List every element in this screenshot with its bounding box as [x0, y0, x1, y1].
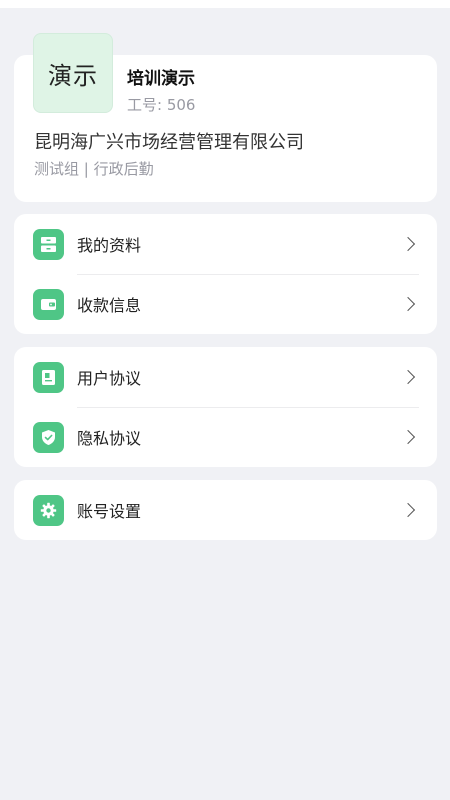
- menu-label-payment-info: 收款信息: [77, 296, 142, 315]
- avatar-text: 演示: [48, 61, 98, 90]
- gear-icon: [33, 494, 64, 526]
- menu-label-privacy-agreement: 隐私协议: [77, 429, 142, 448]
- menu-label-my-profile: 我的资料: [77, 236, 142, 255]
- drawer-icon: [33, 228, 64, 260]
- menu-item-privacy-agreement[interactable]: 隐私协议: [14, 407, 437, 467]
- menu-label-account-settings: 账号设置: [77, 502, 142, 521]
- status-bar: [0, 0, 450, 8]
- avatar[interactable]: 演示: [33, 33, 113, 113]
- menu-group-account: 账号设置: [14, 480, 437, 540]
- document-icon: [33, 361, 64, 393]
- chevron-right-icon: [400, 369, 416, 385]
- menu-item-account-settings[interactable]: 账号设置: [14, 480, 437, 540]
- menu-group-profile: 我的资料 收款信息: [14, 214, 437, 334]
- wallet-icon: [33, 288, 64, 320]
- shield-icon: [33, 421, 64, 453]
- chevron-right-icon: [400, 502, 416, 518]
- chevron-right-icon: [400, 429, 416, 445]
- menu-group-agreements: 用户协议 隐私协议: [14, 347, 437, 467]
- menu-item-user-agreement[interactable]: 用户协议: [14, 347, 437, 407]
- company-name: 昆明海广兴市场经营管理有限公司: [34, 132, 304, 153]
- chevron-right-icon: [400, 296, 416, 312]
- menu-item-my-profile[interactable]: 我的资料: [14, 214, 437, 274]
- employee-id: 工号: 506: [127, 96, 196, 114]
- chevron-right-icon: [400, 236, 416, 252]
- profile-name: 培训演示: [127, 69, 195, 89]
- menu-item-payment-info[interactable]: 收款信息: [14, 274, 437, 334]
- department: 测试组 | 行政后勤: [34, 160, 154, 178]
- menu-label-user-agreement: 用户协议: [77, 369, 142, 388]
